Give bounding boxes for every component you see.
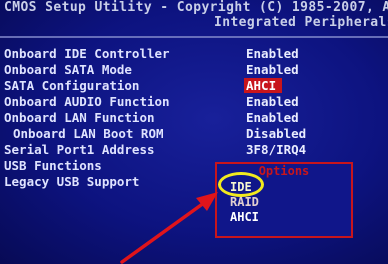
page-title: Integrated Peripherals [214,15,388,30]
setting-onboard-audio-function[interactable]: Onboard AUDIO Function Enabled [0,94,388,110]
setting-label: Onboard LAN Function [4,110,155,125]
setting-value[interactable]: 3F8/IRQ4 [246,142,306,157]
setting-serial-port1-address[interactable]: Serial Port1 Address 3F8/IRQ4 [0,142,388,158]
setting-label: Onboard AUDIO Function [4,94,170,109]
options-popup: Options IDE RAID AHCI [215,162,353,238]
setting-label: USB Functions [4,158,102,173]
setting-label: Legacy USB Support [4,174,140,189]
setting-onboard-lan-function[interactable]: Onboard LAN Function Enabled [0,110,388,126]
setting-value[interactable]: Enabled [246,94,299,109]
header-divider [0,36,388,38]
setting-label: Onboard LAN Boot ROM [13,126,164,141]
options-title-text: Options [254,164,314,178]
setting-label: Onboard SATA Mode [4,62,132,77]
setting-sata-configuration[interactable]: SATA Configuration AHCI [0,78,388,94]
option-ahci[interactable]: AHCI [230,210,259,224]
setting-value[interactable]: Disabled [246,126,306,141]
bios-header: CMOS Setup Utility - Copyright (C) 1985-… [0,0,388,34]
bios-screen: CMOS Setup Utility - Copyright (C) 1985-… [0,0,388,264]
option-ide[interactable]: IDE [230,180,252,194]
options-title: Options [217,164,351,178]
setting-label: Onboard IDE Controller [4,46,170,61]
option-raid[interactable]: RAID [230,195,259,209]
setting-onboard-sata-mode[interactable]: Onboard SATA Mode Enabled [0,62,388,78]
setting-value[interactable]: Enabled [246,46,299,61]
setting-onboard-ide-controller[interactable]: Onboard IDE Controller Enabled [0,46,388,62]
setting-value[interactable]: Enabled [246,110,299,125]
setting-value[interactable]: Enabled [246,62,299,77]
setting-label: SATA Configuration [4,78,140,93]
setting-onboard-lan-boot-rom[interactable]: Onboard LAN Boot ROM Disabled [0,126,388,142]
bios-title: CMOS Setup Utility - Copyright (C) 1985-… [4,0,388,15]
setting-value-selected[interactable]: AHCI [244,78,283,93]
setting-label: Serial Port1 Address [4,142,155,157]
